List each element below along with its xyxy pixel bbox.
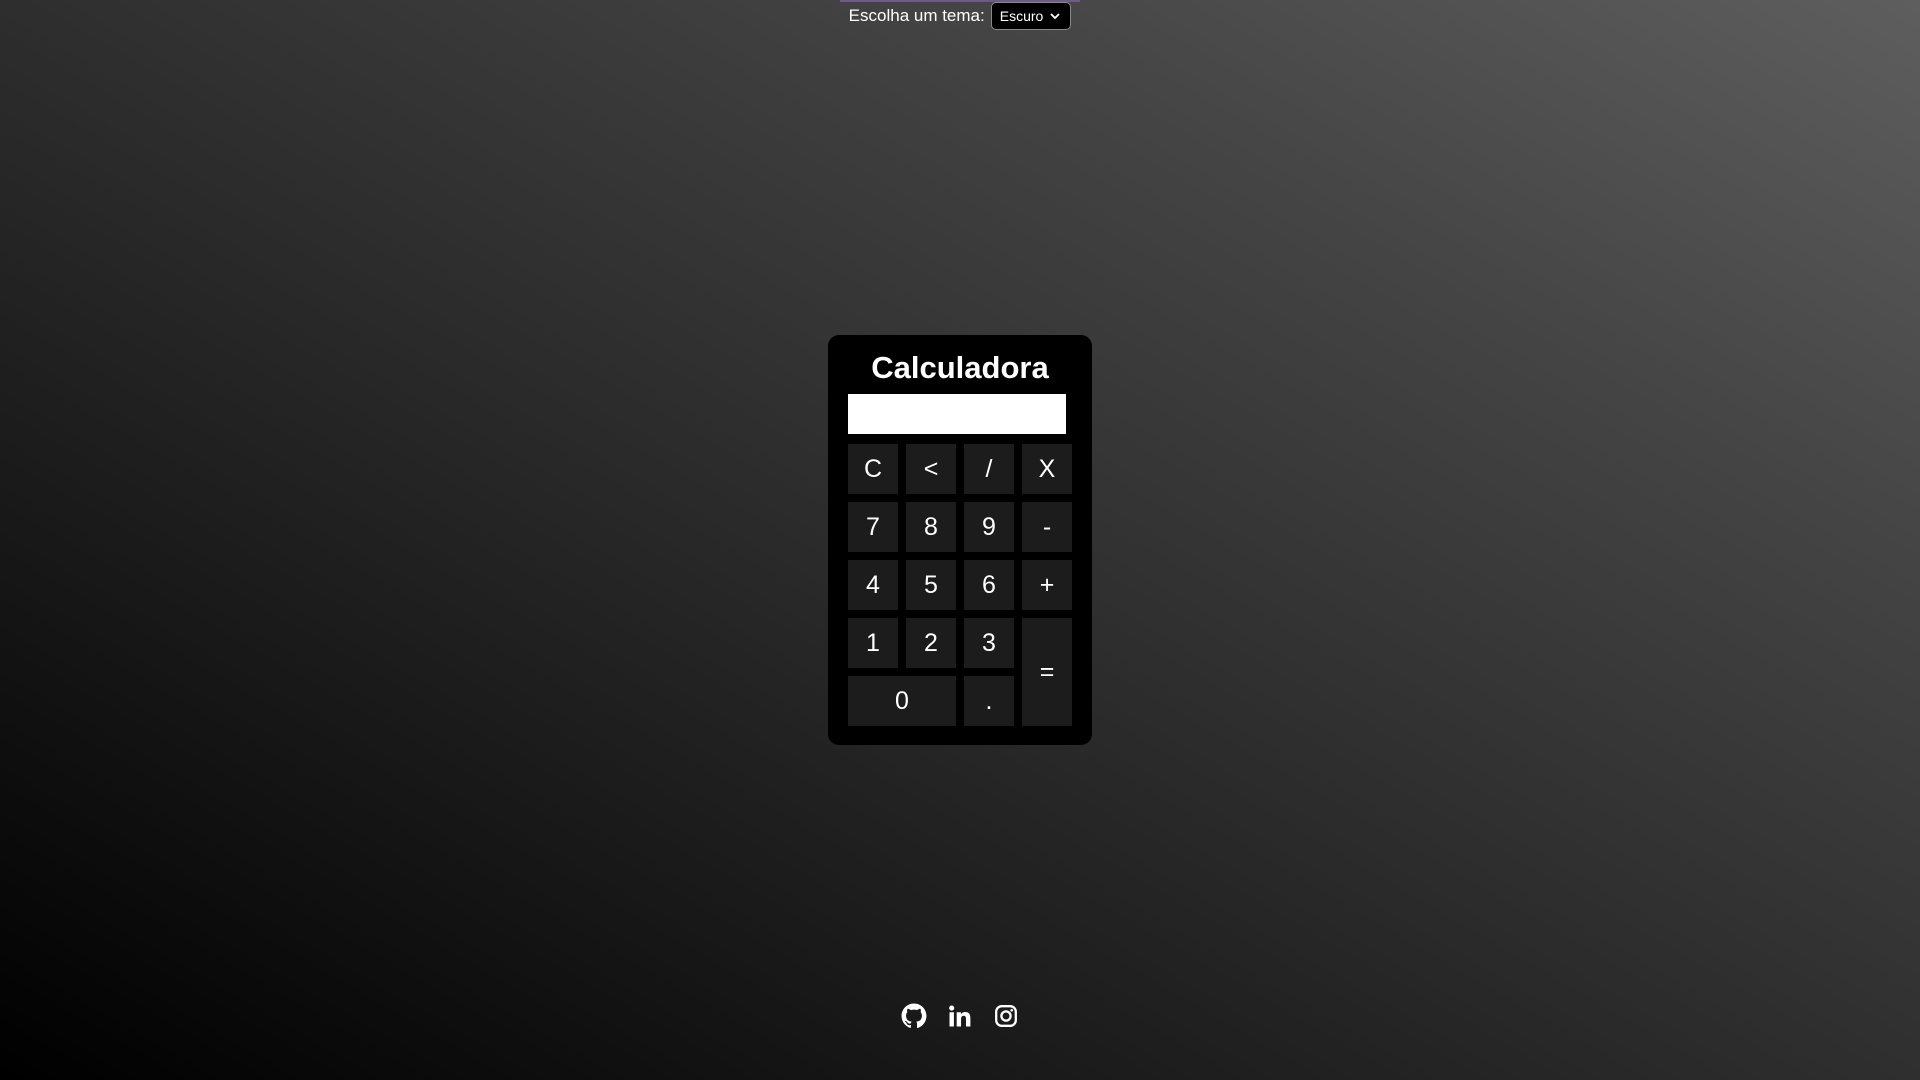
digit-5-button[interactable]: 5 xyxy=(906,560,956,610)
digit-8-button[interactable]: 8 xyxy=(906,502,956,552)
minus-button[interactable]: - xyxy=(1022,502,1072,552)
digit-4-button[interactable]: 4 xyxy=(848,560,898,610)
digit-9-button[interactable]: 9 xyxy=(964,502,1014,552)
backspace-button[interactable]: < xyxy=(906,444,956,494)
calculator-title: Calculadora xyxy=(871,350,1049,385)
calculator: Calculadora C < / X 7 8 9 - 4 5 6 + 1 2 … xyxy=(828,335,1092,745)
digit-6-button[interactable]: 6 xyxy=(964,560,1014,610)
digit-2-button[interactable]: 2 xyxy=(906,618,956,668)
plus-button[interactable]: + xyxy=(1022,560,1072,610)
decimal-button[interactable]: . xyxy=(964,676,1014,726)
divide-button[interactable]: / xyxy=(964,444,1014,494)
digit-3-button[interactable]: 3 xyxy=(964,618,1014,668)
multiply-button[interactable]: X xyxy=(1022,444,1072,494)
digit-1-button[interactable]: 1 xyxy=(848,618,898,668)
calculator-display[interactable] xyxy=(848,394,1066,434)
theme-selector-bar: Escolha um tema: Escuro xyxy=(0,2,1920,30)
digit-7-button[interactable]: 7 xyxy=(848,502,898,552)
theme-select[interactable]: Escuro xyxy=(990,2,1072,30)
equals-button[interactable]: = xyxy=(1022,618,1072,726)
linkedin-icon[interactable] xyxy=(947,1003,973,1029)
digit-0-button[interactable]: 0 xyxy=(848,676,956,726)
theme-select-value: Escuro xyxy=(999,8,1044,24)
social-links xyxy=(0,1003,1920,1029)
theme-label: Escolha um tema: xyxy=(848,6,985,25)
chevron-down-icon xyxy=(1050,11,1060,21)
clear-button[interactable]: C xyxy=(848,444,898,494)
github-icon[interactable] xyxy=(901,1003,927,1029)
instagram-icon[interactable] xyxy=(993,1003,1019,1029)
keypad: C < / X 7 8 9 - 4 5 6 + 1 2 3 = 0 . xyxy=(848,444,1072,726)
